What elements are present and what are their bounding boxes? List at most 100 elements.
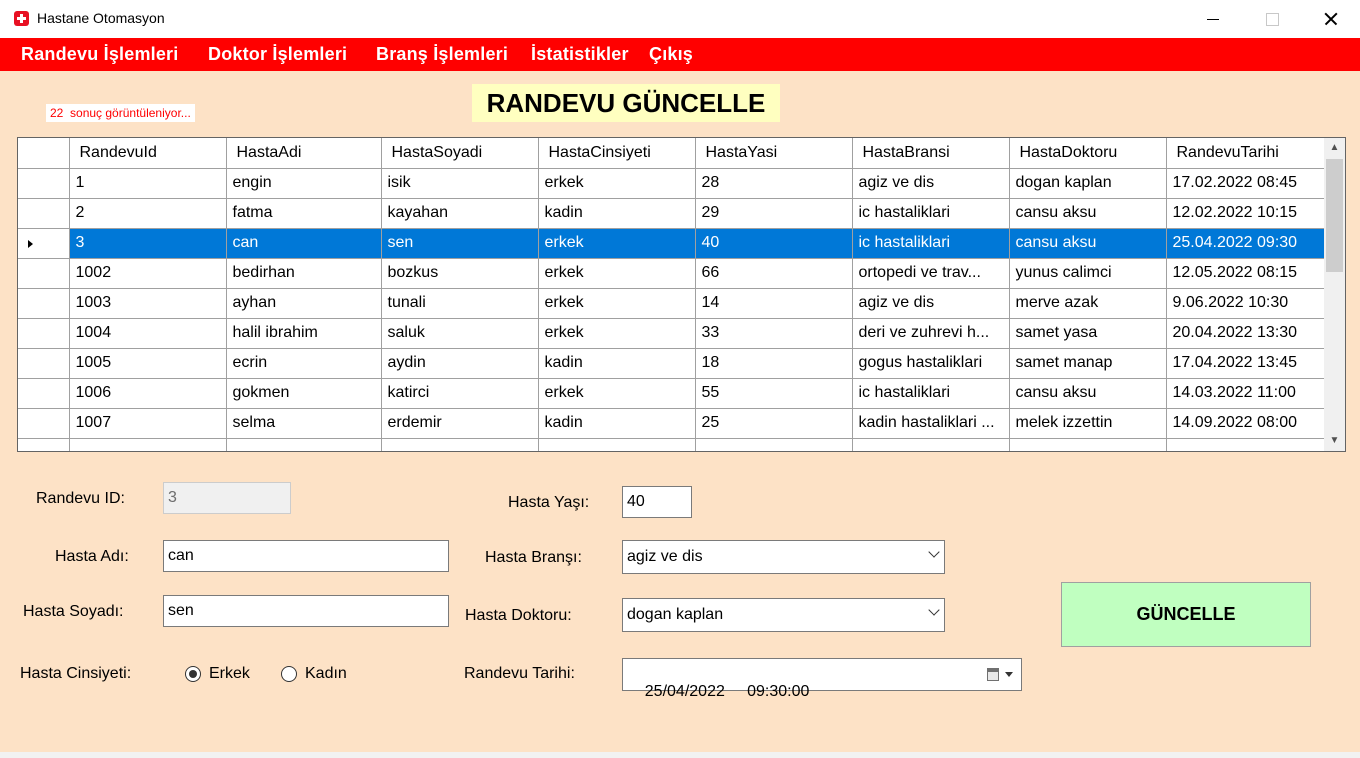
table-cell[interactable]: 1007: [68, 407, 227, 439]
table-cell[interactable]: gokmen: [225, 377, 382, 409]
column-header[interactable]: HastaBransi: [851, 138, 1010, 169]
close-button[interactable]: [1300, 0, 1358, 38]
row-header[interactable]: [18, 257, 70, 289]
table-cell[interactable]: 14.09.2022 08:00: [1165, 407, 1326, 439]
menu-randevu-islemleri[interactable]: Randevu İşlemleri: [21, 44, 178, 65]
table-cell[interactable]: [68, 437, 227, 451]
hasta-doktoru-dropdown[interactable]: dogan kaplan: [622, 598, 945, 632]
row-header[interactable]: [18, 377, 70, 409]
table-row[interactable]: [18, 437, 1326, 451]
table-row[interactable]: 1002 bedirhan bozkus erkek 66 ortopedi ve tra…: [18, 257, 1326, 289]
appointments-grid[interactable]: RandevuId HastaAdi HastaSoyadi HastaCins…: [17, 137, 1346, 452]
table-cell[interactable]: sen: [380, 227, 539, 259]
table-cell[interactable]: isik: [380, 167, 539, 199]
dropdown-arrow-icon[interactable]: [1005, 672, 1013, 677]
table-cell[interactable]: 17.04.2022 13:45: [1165, 347, 1326, 379]
table-cell[interactable]: 3: [68, 227, 227, 259]
table-row[interactable]: 1007 selma erdemir kadin 25 kadin hastaliklar…: [18, 407, 1326, 439]
table-cell[interactable]: 1002: [68, 257, 227, 289]
table-cell[interactable]: melek izzettin: [1008, 407, 1167, 439]
table-row[interactable]: 1004 halil ibrahim saluk erkek 33 deri ve zuh…: [18, 317, 1326, 349]
table-row[interactable]: 2 fatma kayahan kadin 29 ic hastaliklari cansu…: [18, 197, 1326, 229]
calendar-icon[interactable]: [987, 668, 999, 681]
row-header[interactable]: [18, 287, 70, 319]
menu-istatistikler[interactable]: İstatistikler: [531, 44, 629, 65]
table-cell[interactable]: bozkus: [380, 257, 539, 289]
table-cell[interactable]: [851, 437, 1010, 451]
table-cell[interactable]: 1004: [68, 317, 227, 349]
hasta-soyadi-field[interactable]: sen: [163, 595, 449, 627]
table-row[interactable]: 1005 ecrin aydin kadin 18 gogus hastaliklari s…: [18, 347, 1326, 379]
table-cell[interactable]: cansu aksu: [1008, 227, 1167, 259]
column-header[interactable]: HastaSoyadi: [380, 138, 539, 169]
table-cell[interactable]: 17.02.2022 08:45: [1165, 167, 1326, 199]
table-cell[interactable]: [1165, 437, 1326, 451]
table-cell[interactable]: gogus hastaliklari: [851, 347, 1010, 379]
table-cell[interactable]: [694, 437, 853, 451]
table-cell[interactable]: 14.03.2022 11:00: [1165, 377, 1326, 409]
hasta-adi-field[interactable]: can: [163, 540, 449, 572]
table-cell[interactable]: 1003: [68, 287, 227, 319]
table-cell[interactable]: katirci: [380, 377, 539, 409]
table-cell[interactable]: 12.05.2022 08:15: [1165, 257, 1326, 289]
table-row[interactable]: 1003 ayhan tunali erkek 14 agiz ve dis merve a…: [18, 287, 1326, 319]
table-row[interactable]: 3 can sen erkek 40 ic hastaliklari cansu aksu 2…: [18, 227, 1326, 259]
table-cell[interactable]: 1: [68, 167, 227, 199]
table-cell[interactable]: aydin: [380, 347, 539, 379]
table-cell[interactable]: selma: [225, 407, 382, 439]
table-cell[interactable]: saluk: [380, 317, 539, 349]
table-cell[interactable]: engin: [225, 167, 382, 199]
table-cell[interactable]: kadin hastaliklari ...: [851, 407, 1010, 439]
table-cell[interactable]: deri ve zuhrevi h...: [851, 317, 1010, 349]
table-cell[interactable]: 2: [68, 197, 227, 229]
randevu-tarihi-datepicker[interactable]: 25/04/2022 09:30:00: [622, 658, 1022, 700]
table-cell[interactable]: yunus calimci: [1008, 257, 1167, 289]
hasta-bransi-dropdown[interactable]: agiz ve dis: [622, 540, 945, 574]
column-header[interactable]: HastaCinsiyeti: [537, 138, 696, 169]
table-cell[interactable]: cansu aksu: [1008, 197, 1167, 229]
scroll-down-arrow-icon[interactable]: ▼: [1324, 431, 1345, 451]
row-header[interactable]: [18, 167, 70, 199]
table-cell[interactable]: 20.04.2022 13:30: [1165, 317, 1326, 349]
table-cell[interactable]: dogan kaplan: [1008, 167, 1167, 199]
row-header[interactable]: [18, 407, 70, 439]
table-cell[interactable]: 28: [694, 167, 853, 199]
update-button[interactable]: GÜNCELLE: [1061, 582, 1311, 647]
table-cell[interactable]: agiz ve dis: [851, 287, 1010, 319]
table-cell[interactable]: tunali: [380, 287, 539, 319]
table-cell[interactable]: ortopedi ve trav...: [851, 257, 1010, 289]
table-cell[interactable]: kadin: [537, 197, 696, 229]
table-cell[interactable]: [380, 437, 539, 451]
scroll-up-arrow-icon[interactable]: ▲: [1324, 138, 1345, 158]
table-cell[interactable]: erkek: [537, 257, 696, 289]
table-cell[interactable]: 9.06.2022 10:30: [1165, 287, 1326, 319]
table-cell[interactable]: [225, 437, 382, 451]
table-row[interactable]: 1006 gokmen katirci erkek 55 ic hastaliklari c…: [18, 377, 1326, 409]
table-cell[interactable]: erkek: [537, 167, 696, 199]
menu-cikis[interactable]: Çıkış: [649, 44, 693, 65]
table-cell[interactable]: erdemir: [380, 407, 539, 439]
table-cell[interactable]: erkek: [537, 377, 696, 409]
maximize-button[interactable]: [1242, 0, 1300, 38]
table-cell[interactable]: 14: [694, 287, 853, 319]
row-header[interactable]: [18, 197, 70, 229]
column-header[interactable]: HastaAdi: [225, 138, 382, 169]
scroll-thumb[interactable]: [1326, 159, 1343, 272]
column-header[interactable]: RandevuTarihi: [1165, 138, 1326, 169]
table-cell[interactable]: samet manap: [1008, 347, 1167, 379]
table-cell[interactable]: fatma: [225, 197, 382, 229]
grid-vertical-scrollbar[interactable]: ▲ ▼: [1324, 138, 1345, 451]
menu-doktor-islemleri[interactable]: Doktor İşlemleri: [208, 44, 347, 65]
menu-brans-islemleri[interactable]: Branş İşlemleri: [376, 44, 508, 65]
row-header[interactable]: [18, 227, 70, 259]
table-cell[interactable]: ecrin: [225, 347, 382, 379]
row-header[interactable]: [18, 347, 70, 379]
table-cell[interactable]: 66: [694, 257, 853, 289]
table-cell[interactable]: ayhan: [225, 287, 382, 319]
table-cell[interactable]: 18: [694, 347, 853, 379]
table-cell[interactable]: kadin: [537, 347, 696, 379]
table-cell[interactable]: kayahan: [380, 197, 539, 229]
table-cell[interactable]: 25: [694, 407, 853, 439]
table-cell[interactable]: erkek: [537, 227, 696, 259]
table-cell[interactable]: 1006: [68, 377, 227, 409]
